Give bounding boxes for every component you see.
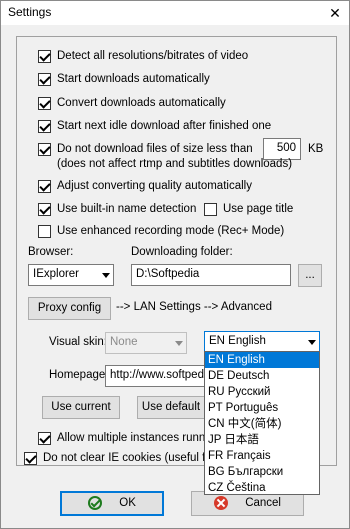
ie-cookies-checkbox[interactable]	[24, 451, 37, 465]
cancel-label: Cancel	[245, 497, 281, 509]
convert-auto-label: Convert downloads automatically	[57, 97, 226, 109]
multiple-instances-label: Allow multiple instances running	[57, 432, 221, 444]
min-size-input[interactable]: 500	[263, 138, 301, 160]
language-option-cn[interactable]: CN 中文(简体)	[205, 416, 319, 432]
enhanced-recording-option[interactable]: Use enhanced recording mode (Rec+ Mode)	[38, 223, 284, 239]
settings-window: Settings ✕ Detect all resolutions/bitrat…	[0, 0, 350, 529]
browser-select-value: IExplorer	[33, 268, 80, 280]
adjust-quality-option[interactable]: Adjust converting quality automatically	[38, 178, 252, 194]
chevron-down-icon	[175, 341, 183, 346]
close-icon[interactable]: ✕	[326, 4, 344, 22]
proxy-hint: --> LAN Settings --> Advanced	[116, 301, 272, 313]
cancel-x-icon	[213, 495, 228, 510]
detect-all-label: Detect all resolutions/bitrates of video	[57, 50, 249, 62]
start-auto-checkbox[interactable]	[38, 72, 51, 86]
name-detection-label: Use built-in name detection	[57, 203, 197, 215]
convert-auto-checkbox[interactable]	[38, 96, 51, 110]
browse-folder-button[interactable]: ...	[298, 264, 322, 287]
name-detection-option[interactable]: Use built-in name detection	[38, 201, 196, 217]
language-select-value: EN English	[209, 335, 266, 347]
min-size-option[interactable]: Do not download files of size less than	[38, 141, 253, 157]
folder-input[interactable]: D:\Softpedia	[131, 264, 291, 286]
start-next-idle-option[interactable]: Start next idle download after finished …	[38, 118, 271, 134]
language-option-ru[interactable]: RU Русский	[205, 384, 319, 400]
page-title-checkbox[interactable]	[204, 202, 217, 216]
enhanced-recording-label: Use enhanced recording mode (Rec+ Mode)	[57, 225, 285, 237]
visual-skin-select: None	[105, 332, 187, 354]
homepage-input[interactable]: http://www.softpedia	[105, 365, 205, 387]
detect-all-option[interactable]: Detect all resolutions/bitrates of video	[38, 48, 248, 64]
start-auto-label: Start downloads automatically	[57, 73, 210, 85]
language-option-en[interactable]: EN English	[205, 352, 319, 368]
chevron-down-icon	[102, 273, 110, 278]
start-next-idle-label: Start next idle download after finished …	[57, 120, 272, 132]
language-option-de[interactable]: DE Deutsch	[205, 368, 319, 384]
check-circle-icon	[88, 495, 103, 510]
language-option-cz[interactable]: CZ Čeština	[205, 480, 319, 496]
use-current-button[interactable]: Use current	[42, 396, 120, 419]
language-dropdown-list[interactable]: EN English DE Deutsch RU Русский PT Port…	[204, 351, 320, 495]
browser-select[interactable]: IExplorer	[28, 264, 114, 286]
adjust-quality-checkbox[interactable]	[38, 179, 51, 193]
language-option-fr[interactable]: FR Français	[205, 448, 319, 464]
homepage-label: Homepage:	[49, 369, 109, 381]
language-option-bg[interactable]: BG Български	[205, 464, 319, 480]
chevron-down-icon	[308, 340, 316, 345]
convert-auto-option[interactable]: Convert downloads automatically	[38, 95, 226, 111]
window-title: Settings	[8, 5, 52, 19]
min-size-note: (does not affect rtmp and subtitles down…	[57, 158, 293, 170]
language-option-jp[interactable]: JP 日本語	[205, 432, 319, 448]
visual-skin-label: Visual skin:	[49, 336, 107, 348]
language-select[interactable]: EN English	[204, 331, 320, 353]
use-default-button[interactable]: Use default	[137, 396, 205, 419]
detect-all-checkbox[interactable]	[38, 49, 51, 63]
language-option-pt[interactable]: PT Português	[205, 400, 319, 416]
browser-label: Browser:	[28, 246, 74, 258]
start-auto-option[interactable]: Start downloads automatically	[38, 71, 210, 87]
title-bar: Settings ✕	[1, 1, 349, 25]
min-size-unit: KB	[308, 143, 324, 155]
min-size-checkbox[interactable]	[38, 142, 51, 156]
visual-skin-value: None	[110, 336, 138, 348]
ok-button[interactable]: OK	[60, 491, 164, 516]
page-title-option[interactable]: Use page title	[204, 201, 293, 217]
ie-cookies-option[interactable]: Do not clear IE cookies (useful for	[24, 450, 216, 466]
min-size-label: Do not download files of size less than	[57, 143, 253, 155]
start-next-idle-checkbox[interactable]	[38, 119, 51, 133]
name-detection-checkbox[interactable]	[38, 202, 51, 216]
multiple-instances-checkbox[interactable]	[38, 431, 51, 445]
folder-label: Downloading folder:	[131, 246, 233, 258]
enhanced-recording-checkbox[interactable]	[38, 224, 51, 238]
adjust-quality-label: Adjust converting quality automatically	[57, 180, 252, 192]
multiple-instances-option[interactable]: Allow multiple instances running	[38, 430, 221, 446]
ok-label: OK	[119, 497, 136, 509]
page-title-label: Use page title	[223, 203, 294, 215]
proxy-config-button[interactable]: Proxy config	[28, 297, 111, 320]
ie-cookies-label: Do not clear IE cookies (useful for	[43, 452, 216, 464]
